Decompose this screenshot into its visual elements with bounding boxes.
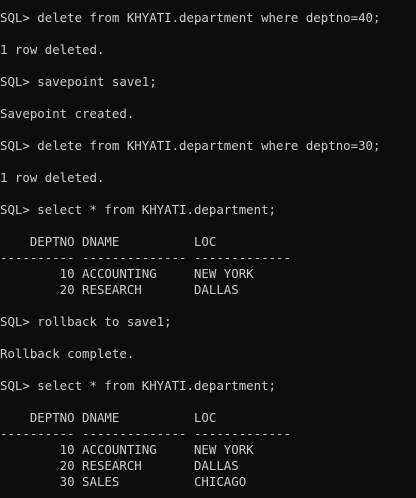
terminal-line: SQL> savepoint save1;	[0, 74, 157, 89]
table-row: 10 ACCOUNTING NEW YORK	[0, 266, 254, 281]
table-row: 30 SALES CHICAGO	[0, 474, 247, 489]
terminal-line: SQL> delete from KHYATI.department where…	[0, 10, 381, 25]
terminal-line: 1 row deleted.	[0, 170, 105, 185]
terminal-line: SQL> select * from KHYATI.department;	[0, 202, 277, 217]
table-separator: ---------- -------------- -------------	[0, 426, 291, 441]
table-row: 10 ACCOUNTING NEW YORK	[0, 442, 254, 457]
terminal-line: SQL> select * from KHYATI.department;	[0, 378, 277, 393]
table-row: 20 RESEARCH DALLAS	[0, 282, 239, 297]
table-separator: ---------- -------------- -------------	[0, 250, 291, 265]
terminal-line: Savepoint created.	[0, 106, 135, 121]
terminal-line: SQL> delete from KHYATI.department where…	[0, 138, 381, 153]
terminal-window[interactable]: SQL> delete from KHYATI.department where…	[0, 0, 416, 498]
terminal-line: SQL> rollback to save1;	[0, 314, 172, 329]
terminal-line: 1 row deleted.	[0, 42, 105, 57]
table-header: DEPTNO DNAME LOC	[0, 234, 217, 249]
table-header: DEPTNO DNAME LOC	[0, 410, 217, 425]
table-row: 20 RESEARCH DALLAS	[0, 458, 239, 473]
terminal-line: Rollback complete.	[0, 346, 135, 361]
